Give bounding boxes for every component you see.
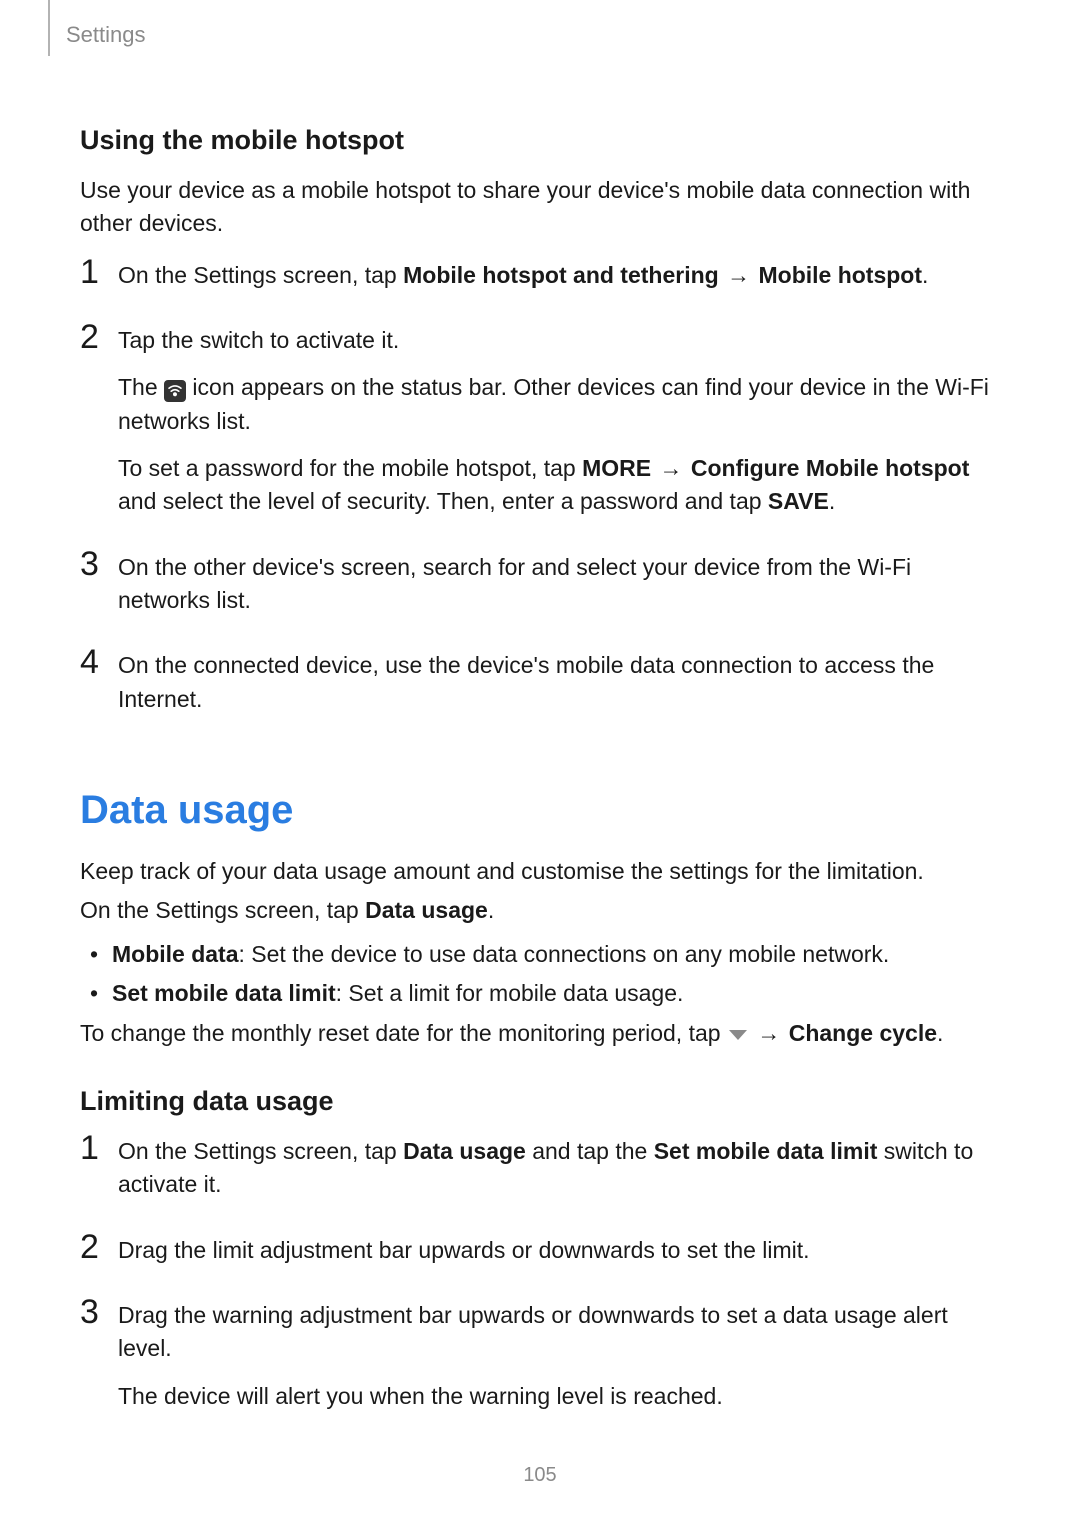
step-number: 1 <box>80 255 118 289</box>
arrow-icon: → <box>651 455 691 481</box>
hotspot-step-4: 4 On the connected device, use the devic… <box>80 649 1000 730</box>
dropdown-triangle-icon <box>729 1030 747 1040</box>
text: To set a password for the mobile hotspot… <box>118 455 582 481</box>
text: To change the monthly reset date for the… <box>80 1020 727 1046</box>
data-usage-bullets: Mobile data: Set the device to use data … <box>80 938 1000 1011</box>
label-data-usage: Data usage <box>365 897 488 923</box>
label-configure-mobile-hotspot: Configure Mobile hotspot <box>691 455 970 481</box>
label-more: MORE <box>582 455 651 481</box>
step-number: 4 <box>80 645 118 679</box>
step-number: 2 <box>80 1230 118 1264</box>
label-set-mobile-data-limit: Set mobile data limit <box>654 1138 878 1164</box>
bullet-set-mobile-data-limit: Set mobile data limit: Set a limit for m… <box>80 977 1000 1010</box>
text: : Set the device to use data connections… <box>239 941 890 967</box>
step-body: Drag the warning adjustment bar upwards … <box>118 1299 1000 1427</box>
page-number: 105 <box>0 1464 1080 1487</box>
subheading-hotspot: Using the mobile hotspot <box>80 125 1000 156</box>
step-body: On the connected device, use the device'… <box>118 649 1000 730</box>
step-body: Drag the limit adjustment bar upwards or… <box>118 1234 1000 1281</box>
text: and tap the <box>526 1138 654 1164</box>
text: . <box>829 488 835 514</box>
step-number: 1 <box>80 1131 118 1165</box>
label-set-mobile-data-limit: Set mobile data limit <box>112 980 336 1006</box>
text: The <box>118 374 164 400</box>
data-usage-intro1: Keep track of your data usage amount and… <box>80 855 1000 888</box>
page-root: Settings Using the mobile hotspot Use yo… <box>0 0 1080 1527</box>
hotspot-steps: 1 On the Settings screen, tap Mobile hot… <box>80 259 1000 730</box>
text: . <box>922 262 928 288</box>
step-body: Tap the switch to activate it. The icon … <box>118 324 1000 533</box>
step-body: On the Settings screen, tap Data usage a… <box>118 1135 1000 1216</box>
text: On the Settings screen, tap <box>80 897 365 923</box>
text: Drag the limit adjustment bar upwards or… <box>118 1234 1000 1267</box>
hotspot-intro: Use your device as a mobile hotspot to s… <box>80 174 1000 241</box>
text: icon appears on the status bar. Other de… <box>118 374 989 433</box>
text: On the Settings screen, tap <box>118 262 403 288</box>
limiting-step-3: 3 Drag the warning adjustment bar upward… <box>80 1299 1000 1427</box>
step-number: 3 <box>80 1295 118 1329</box>
subheading-limiting: Limiting data usage <box>80 1086 1000 1117</box>
text: . <box>937 1020 943 1046</box>
label-save: SAVE <box>768 488 829 514</box>
step-body: On the Settings screen, tap Mobile hotsp… <box>118 259 1000 306</box>
text: Tap the switch to activate it. <box>118 324 1000 357</box>
label-data-usage: Data usage <box>403 1138 526 1164</box>
text: Drag the warning adjustment bar upwards … <box>118 1299 1000 1366</box>
limiting-step-2: 2 Drag the limit adjustment bar upwards … <box>80 1234 1000 1281</box>
step-number: 3 <box>80 547 118 581</box>
arrow-icon: → <box>749 1020 789 1046</box>
hotspot-status-icon <box>164 380 186 402</box>
label-change-cycle: Change cycle <box>789 1020 937 1046</box>
label-mobile-data: Mobile data <box>112 941 239 967</box>
limiting-step-1: 1 On the Settings screen, tap Data usage… <box>80 1135 1000 1216</box>
text: : Set a limit for mobile data usage. <box>336 980 684 1006</box>
step-body: On the other device's screen, search for… <box>118 551 1000 632</box>
text: On the other device's screen, search for… <box>118 551 1000 618</box>
main-content: Using the mobile hotspot Use your device… <box>80 30 1000 1427</box>
change-cycle-line: To change the monthly reset date for the… <box>80 1017 1000 1050</box>
arrow-icon: → <box>719 262 759 288</box>
text: The device will alert you when the warni… <box>118 1380 1000 1413</box>
hotspot-step-2: 2 Tap the switch to activate it. The ico… <box>80 324 1000 533</box>
text: On the connected device, use the device'… <box>118 649 1000 716</box>
hotspot-step-3: 3 On the other device's screen, search f… <box>80 551 1000 632</box>
step-number: 2 <box>80 320 118 354</box>
hotspot-step-1: 1 On the Settings screen, tap Mobile hot… <box>80 259 1000 306</box>
breadcrumb: Settings <box>66 22 146 48</box>
label-mobile-hotspot-tethering: Mobile hotspot and tethering <box>403 262 719 288</box>
section-title-data-usage: Data usage <box>80 788 1000 833</box>
text: . <box>488 897 494 923</box>
text: On the Settings screen, tap <box>118 1138 403 1164</box>
text: and select the level of security. Then, … <box>118 488 768 514</box>
limiting-steps: 1 On the Settings screen, tap Data usage… <box>80 1135 1000 1427</box>
bullet-mobile-data: Mobile data: Set the device to use data … <box>80 938 1000 971</box>
data-usage-intro2: On the Settings screen, tap Data usage. <box>80 894 1000 927</box>
header-marker <box>48 0 50 56</box>
label-mobile-hotspot: Mobile hotspot <box>758 262 922 288</box>
